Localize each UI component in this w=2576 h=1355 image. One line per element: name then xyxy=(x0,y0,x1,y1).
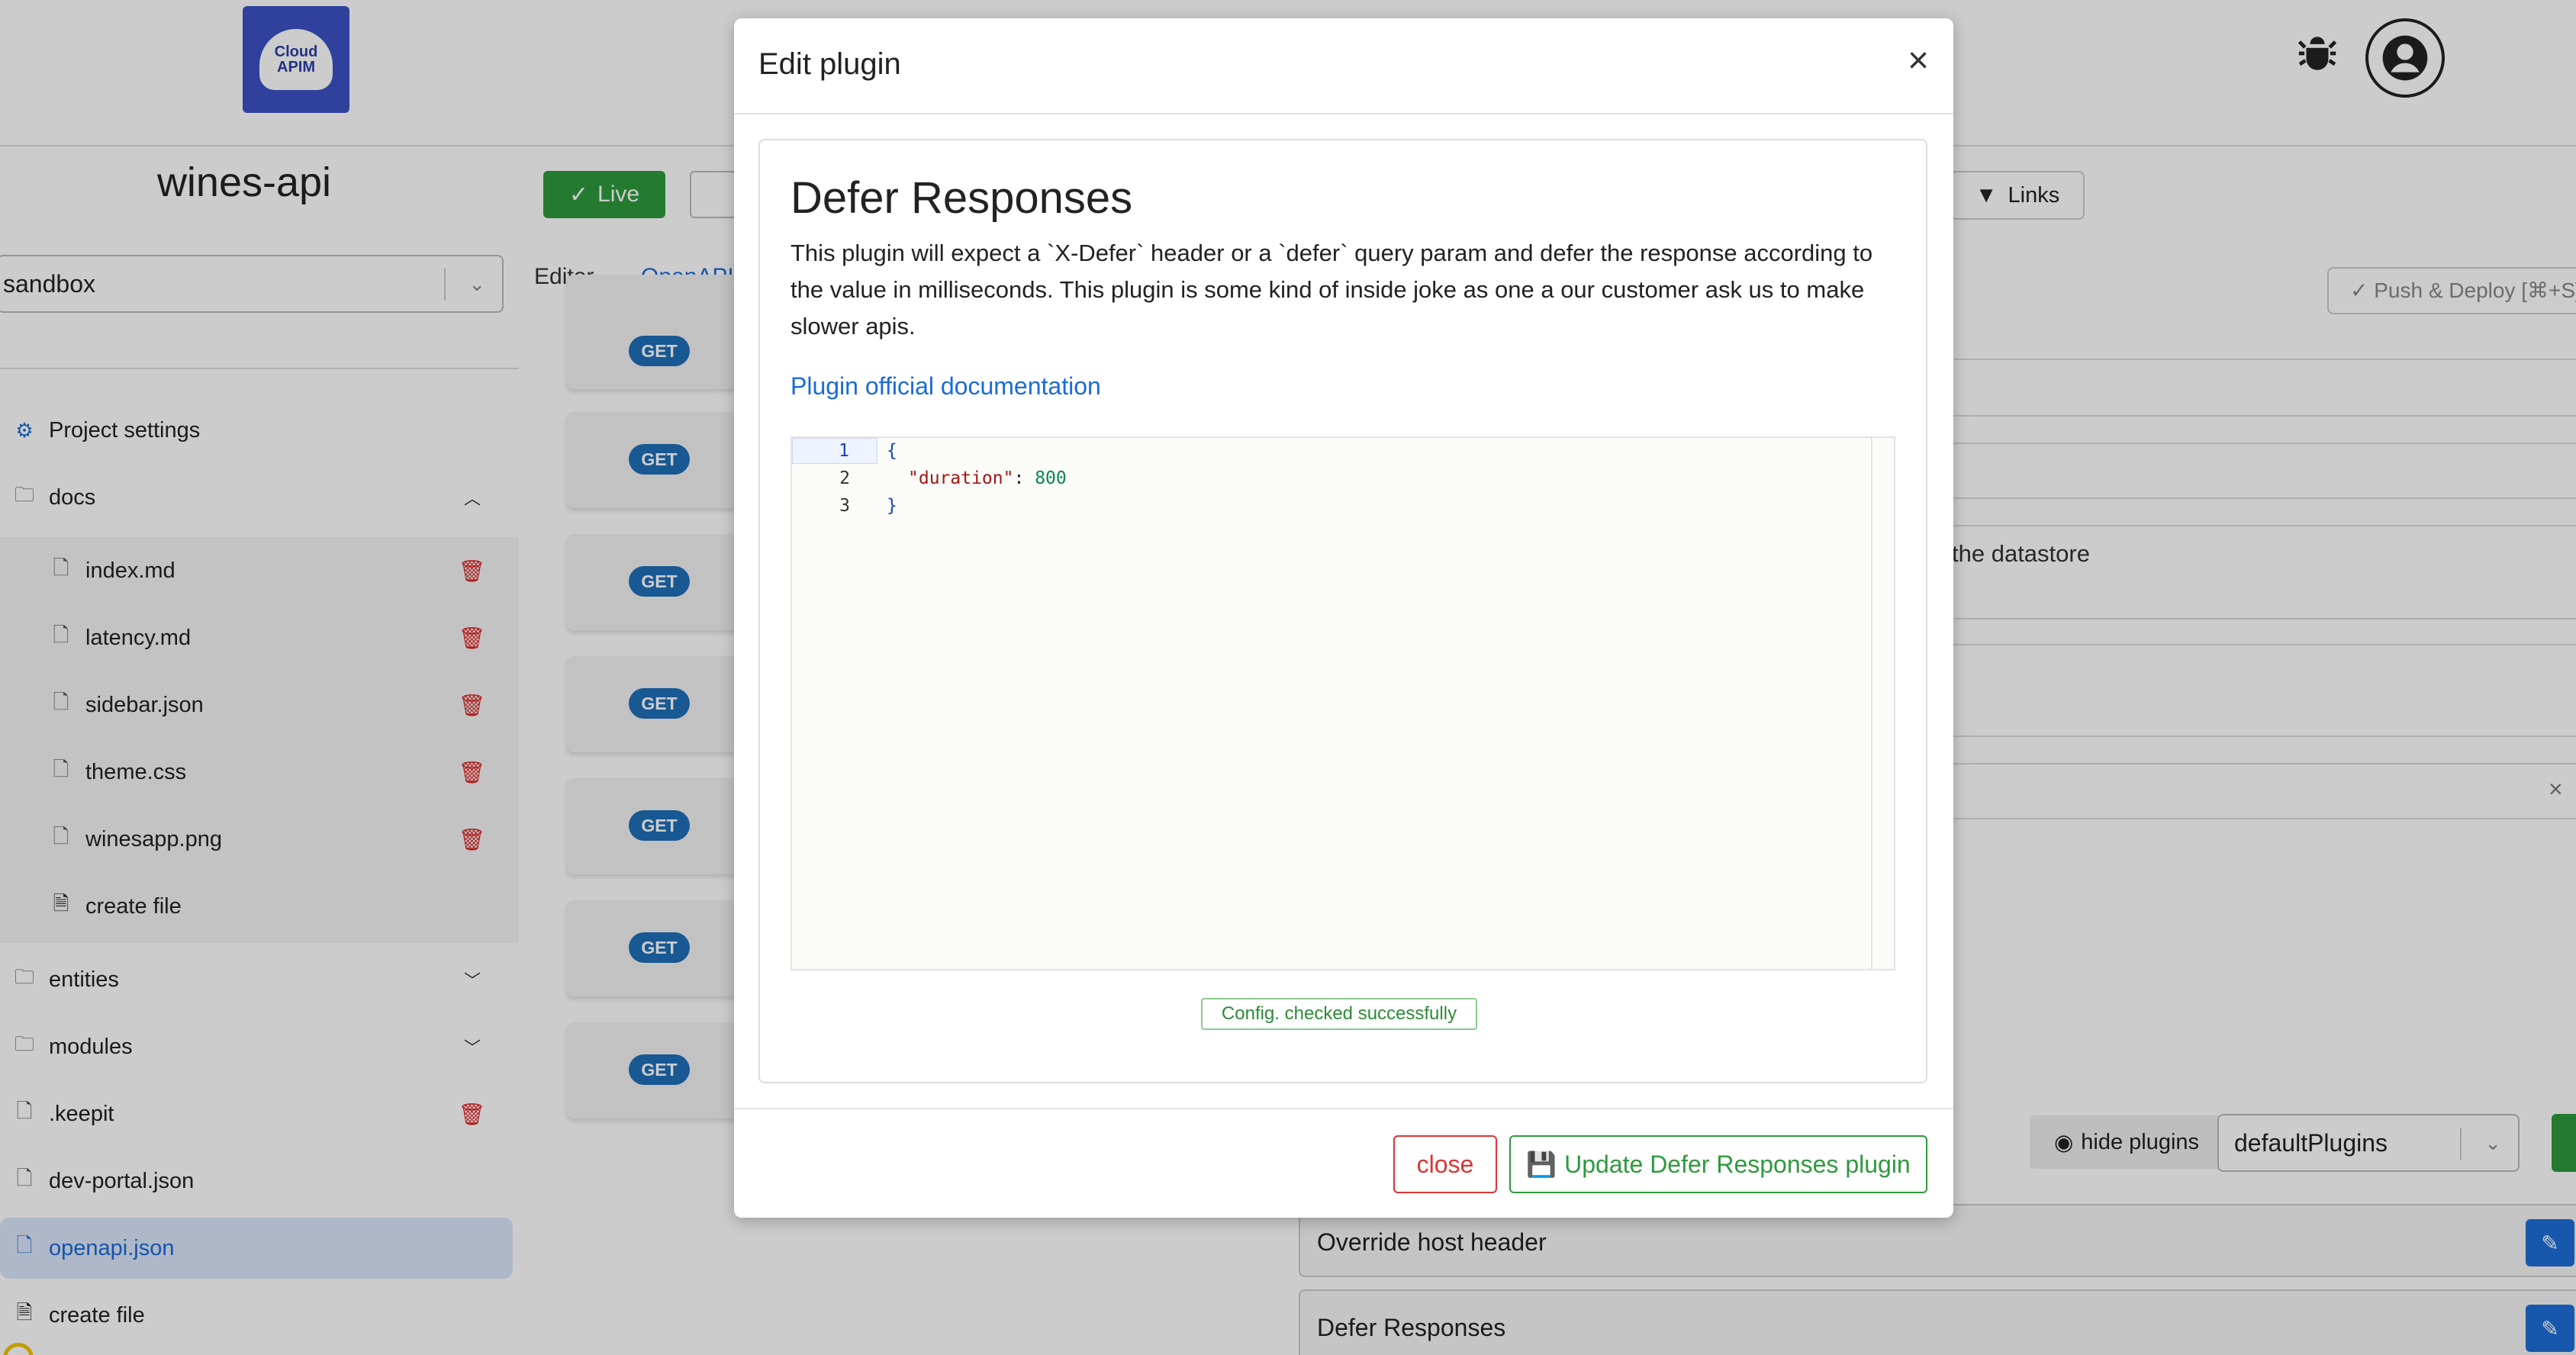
modal-header-divider xyxy=(734,113,1953,114)
code-key: "duration" xyxy=(908,468,1014,488)
plugin-title: Defer Responses xyxy=(791,173,1133,223)
modal-footer-divider xyxy=(734,1108,1953,1109)
code-colon: : xyxy=(1013,468,1035,488)
plugin-card: Defer Responses This plugin will expect … xyxy=(758,139,1927,1083)
line-number: 1 xyxy=(792,438,877,464)
save-icon: 💾 xyxy=(1526,1151,1557,1178)
edit-plugin-modal: Edit plugin × Defer Responses This plugi… xyxy=(734,18,1953,1218)
code-line-close: } xyxy=(887,496,897,516)
config-status-badge: Config. checked successfully xyxy=(1201,998,1477,1030)
config-code-editor[interactable]: 1 2 3 { "duration": 800 } xyxy=(791,436,1895,970)
line-number: 3 xyxy=(839,496,850,516)
editor-scrollbar[interactable] xyxy=(1871,438,1894,969)
line-number: 2 xyxy=(839,468,850,488)
code-value: 800 xyxy=(1035,468,1067,488)
code-line-duration: "duration": 800 xyxy=(908,465,1067,491)
update-plugin-label: Update Defer Responses plugin xyxy=(1564,1150,1911,1178)
update-plugin-button[interactable]: 💾 Update Defer Responses plugin xyxy=(1509,1135,1927,1193)
close-icon[interactable]: × xyxy=(1908,40,1929,82)
modal-title: Edit plugin xyxy=(758,47,901,81)
close-button[interactable]: close xyxy=(1393,1135,1497,1193)
code-line-open: { xyxy=(887,441,897,461)
plugin-description: This plugin will expect a `X-Defer` head… xyxy=(791,240,1873,340)
plugin-documentation-link[interactable]: Plugin official documentation xyxy=(791,372,1101,401)
